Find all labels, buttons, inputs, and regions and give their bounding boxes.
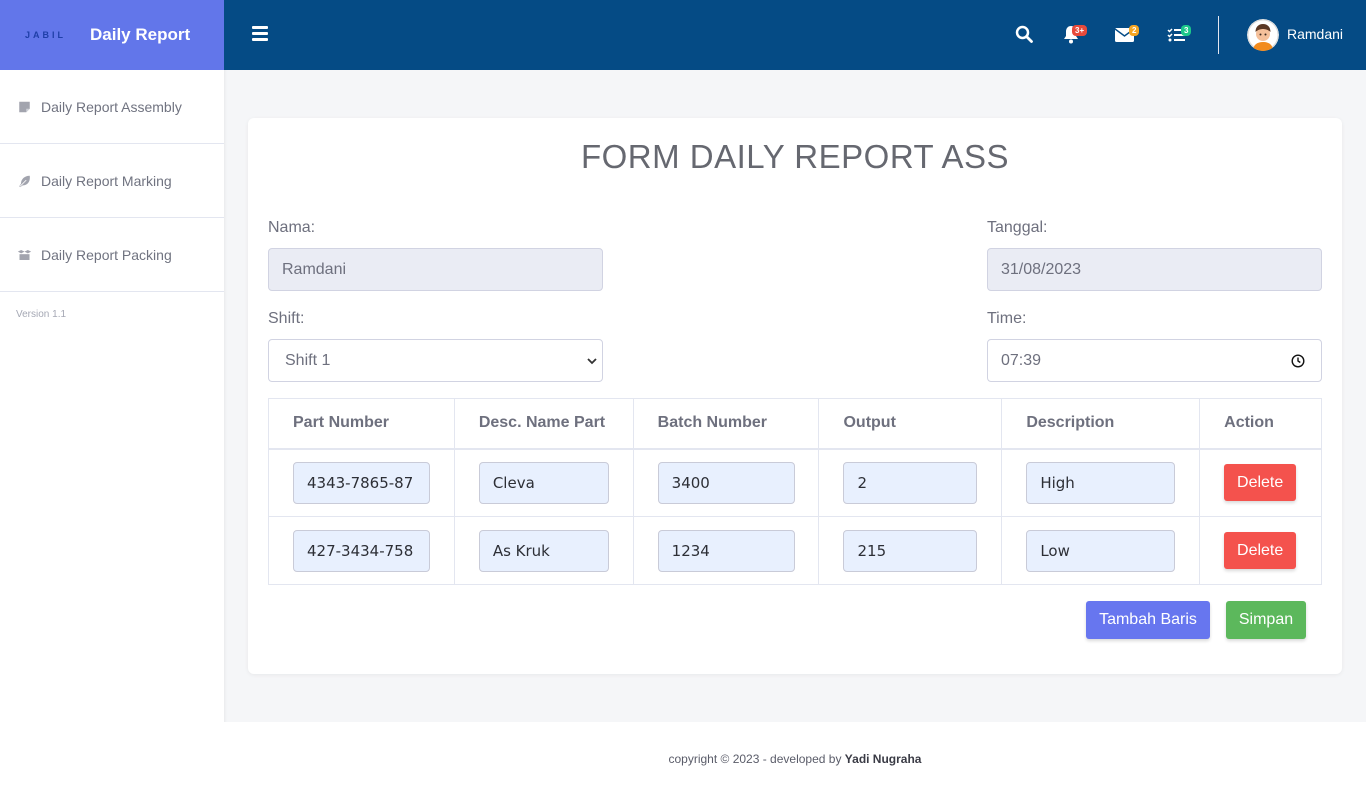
search-icon[interactable] — [1014, 24, 1034, 44]
messages-badge: 2 — [1129, 25, 1140, 36]
desc-name-input[interactable]: Cleva — [478, 461, 609, 504]
box-open-icon — [17, 249, 32, 260]
part-number-input[interactable]: 427-3434-758 — [293, 529, 430, 572]
copyright-prefix: copyright © 2023 - developed by — [668, 752, 845, 766]
sidebar-item-marking[interactable]: Daily Report Marking — [0, 144, 224, 218]
clock-icon[interactable] — [1291, 354, 1305, 368]
description-input[interactable]: High — [1026, 461, 1176, 504]
tanggal-label: Tanggal: — [987, 219, 1048, 236]
sidebar-item-packing[interactable]: Daily Report Packing — [0, 218, 224, 292]
output-input[interactable]: 215 — [843, 529, 978, 572]
column-header: Description — [1001, 398, 1201, 450]
shift-select[interactable]: Shift 1 — [268, 339, 603, 382]
footer: copyright © 2023 - developed by Yadi Nug… — [224, 722, 1366, 800]
part-number-input[interactable]: 4343-7865-87 — [293, 461, 430, 504]
developer-name: Yadi Nugraha — [844, 752, 922, 766]
shift-label: Shift: — [268, 310, 305, 327]
time-label: Time: — [987, 310, 1027, 327]
time-value: 07:39 — [1001, 351, 1042, 369]
jabil-logo: JABIL — [25, 30, 67, 40]
batch-number-input[interactable]: 1234 — [657, 529, 795, 572]
parts-table: Part Number Desc. Name Part Batch Number… — [268, 398, 1322, 585]
tanggal-field[interactable]: 31/08/2023 — [987, 248, 1322, 291]
user-name[interactable]: Ramdani — [1287, 26, 1343, 42]
sidebar-item-label: Daily Report Packing — [41, 246, 172, 263]
table-header-row: Part Number Desc. Name Part Batch Number… — [268, 398, 1322, 450]
shift-value: Shift 1 — [285, 351, 331, 369]
column-header: Desc. Name Part — [453, 398, 634, 450]
column-header: Output — [818, 398, 1003, 450]
column-header: Batch Number — [632, 398, 820, 450]
sidebar: JABIL Daily Report Daily Report Assembly… — [0, 0, 224, 800]
delete-row-button[interactable]: Delete — [1224, 532, 1297, 569]
alerts-button[interactable]: 3+ — [1062, 24, 1092, 46]
alerts-badge: 3+ — [1072, 25, 1088, 36]
nama-label: Nama: — [268, 219, 316, 236]
feather-icon — [19, 175, 30, 187]
column-header: Part Number — [268, 398, 455, 450]
avatar[interactable] — [1247, 19, 1279, 51]
sticky-note-icon — [19, 101, 30, 112]
save-button[interactable]: Simpan — [1226, 601, 1306, 639]
nama-value: Ramdani — [282, 260, 347, 278]
batch-number-input[interactable]: 3400 — [657, 461, 795, 504]
time-field[interactable]: 07:39 — [987, 339, 1322, 382]
table-row: 427-3434-758 As Kruk 1234 215 Low Delete — [268, 516, 1322, 585]
sidebar-item-assembly[interactable]: Daily Report Assembly — [0, 70, 224, 144]
chevron-down-icon — [587, 358, 597, 365]
sidebar-item-label: Daily Report Assembly — [41, 98, 182, 115]
tanggal-value: 31/08/2023 — [1001, 260, 1082, 278]
desc-name-input[interactable]: As Kruk — [478, 529, 609, 572]
version-label: Version 1.1 — [16, 309, 67, 320]
messages-button[interactable]: 2 — [1115, 24, 1145, 46]
nama-field[interactable]: Ramdani — [268, 248, 603, 291]
tasks-badge: 3 — [1181, 25, 1192, 36]
menu-toggle-icon[interactable] — [252, 26, 268, 42]
form-card: FORM DAILY REPORT ASS Nama: Ramdani Tang… — [248, 118, 1342, 674]
brand-title: Daily Report — [90, 25, 191, 44]
sidebar-item-label: Daily Report Marking — [41, 172, 172, 189]
column-header: Action — [1199, 398, 1322, 450]
page-title: FORM DAILY REPORT ASS — [580, 138, 1009, 175]
sidebar-brand[interactable]: JABIL Daily Report — [0, 0, 224, 70]
topbar-divider — [1218, 16, 1219, 54]
description-input[interactable]: Low — [1026, 529, 1176, 572]
table-row: 4343-7865-87 Cleva 3400 2 High Delete — [268, 448, 1322, 517]
delete-row-button[interactable]: Delete — [1224, 464, 1297, 502]
add-row-button[interactable]: Tambah Baris — [1086, 601, 1210, 639]
output-input[interactable]: 2 — [843, 461, 978, 504]
tasks-button[interactable]: 3 — [1167, 24, 1197, 46]
copyright-text: copyright © 2023 - developed by Yadi Nug… — [224, 752, 1366, 766]
topbar: 3+ 2 3 Ramdani — [224, 0, 1366, 70]
